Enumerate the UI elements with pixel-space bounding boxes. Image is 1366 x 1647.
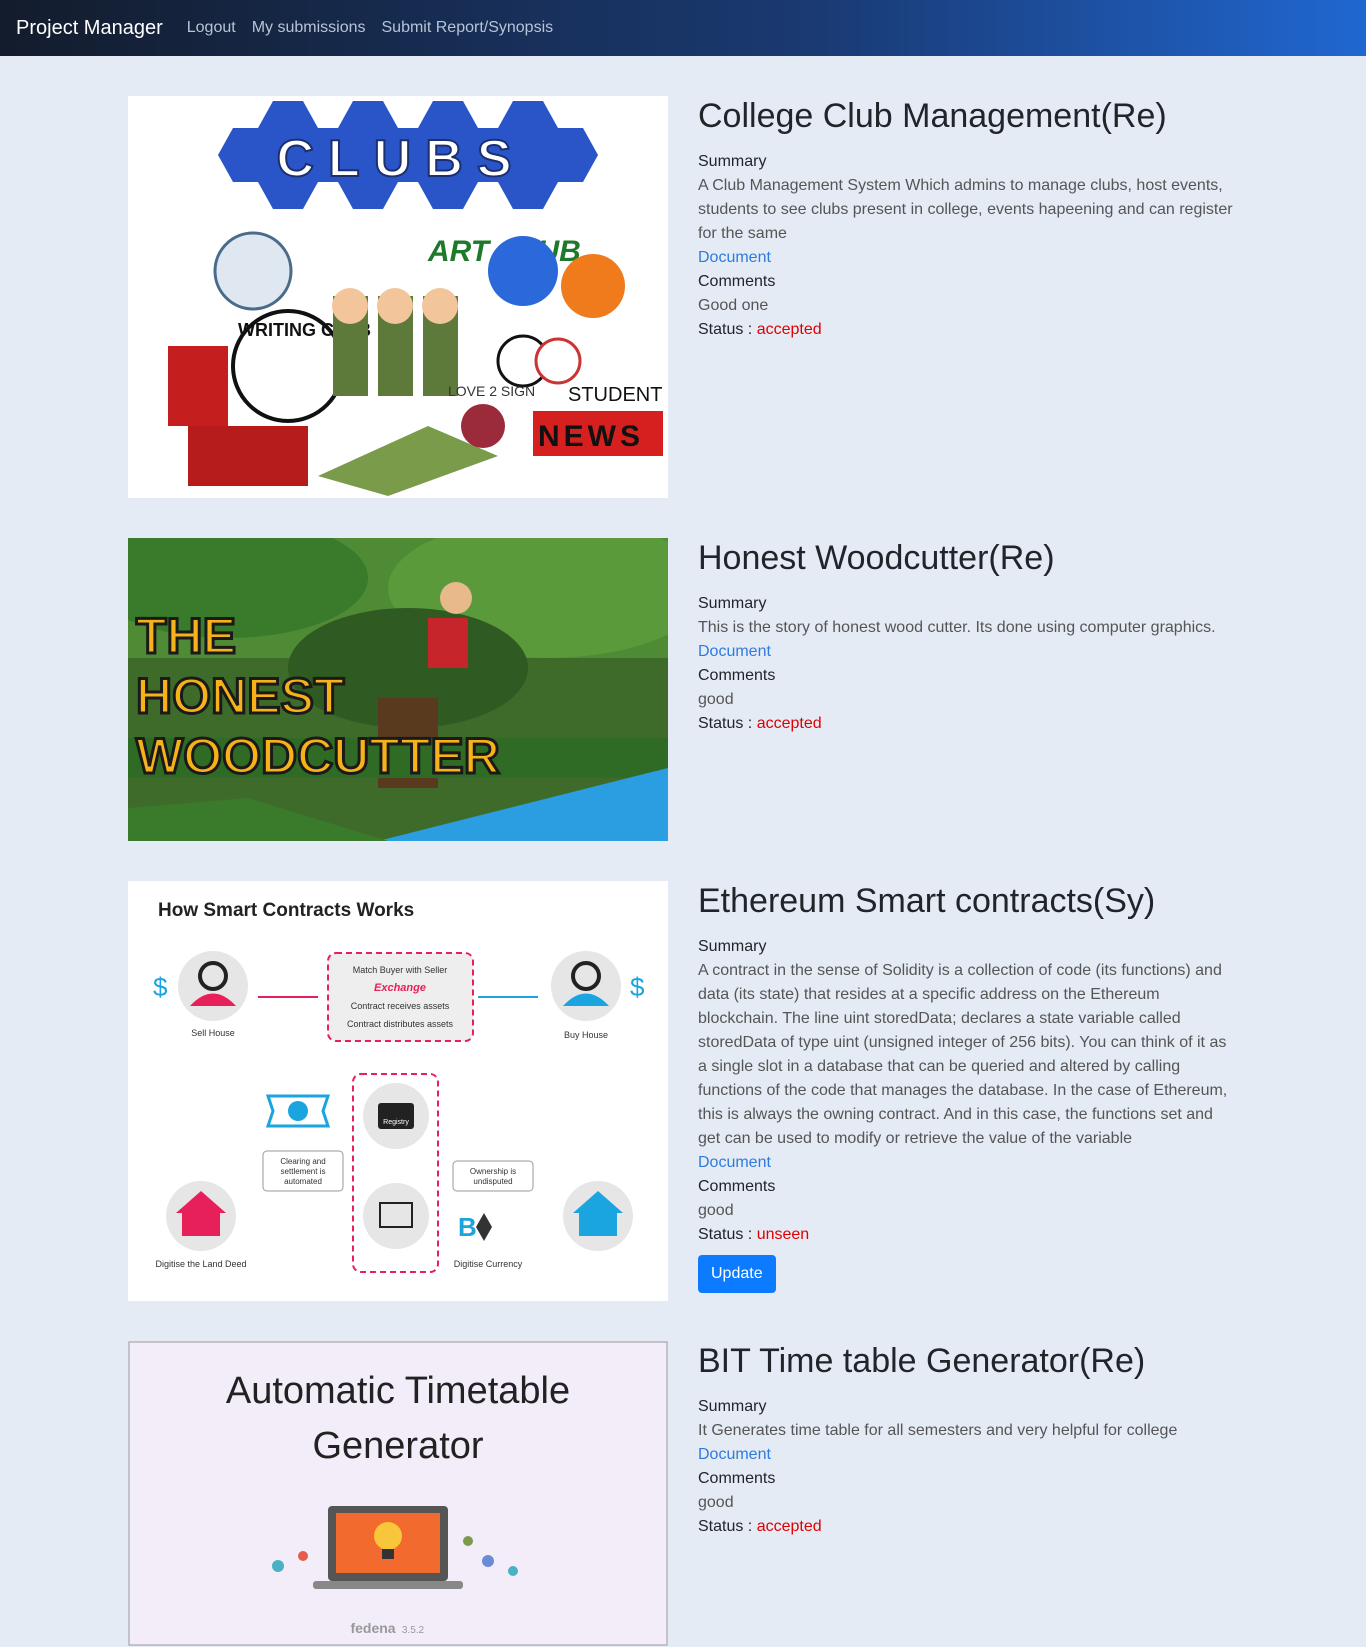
project-info: College Club Management(Re) Summary A Cl…: [698, 96, 1238, 342]
document-link[interactable]: Document: [698, 640, 1238, 664]
svg-text:3.5.2: 3.5.2: [402, 1625, 425, 1636]
status-badge: accepted: [756, 321, 822, 338]
svg-text:Generator: Generator: [312, 1425, 483, 1467]
comments-text: good: [698, 691, 734, 708]
status-label: Status :: [698, 1226, 753, 1243]
svg-text:Match Buyer with Seller: Match Buyer with Seller: [353, 965, 448, 975]
svg-text:Exchange: Exchange: [374, 982, 426, 994]
svg-text:Ownership is: Ownership is: [470, 1167, 516, 1176]
project-title: Honest Woodcutter(Re): [698, 539, 1055, 577]
summary-text: A contract in the sense of Solidity is a…: [698, 962, 1228, 1147]
status-row: Status : unseen: [698, 1223, 1238, 1247]
summary-label: Summary: [698, 153, 767, 170]
svg-text:STUDENT: STUDENT: [568, 384, 662, 406]
document-link[interactable]: Document: [698, 1443, 1238, 1467]
svg-text:Digitise the Land Deed: Digitise the Land Deed: [155, 1259, 246, 1269]
status-label: Status :: [698, 1518, 753, 1535]
svg-text:Digitise Currency: Digitise Currency: [454, 1259, 523, 1269]
summary-text: A Club Management System Which admins to…: [698, 177, 1233, 242]
project-info: Honest Woodcutter(Re) Summary This is th…: [698, 538, 1238, 736]
navbar: Project Manager Logout My submissions Su…: [0, 0, 1366, 56]
svg-text:Sell House: Sell House: [191, 1028, 235, 1038]
status-row: Status : accepted: [698, 712, 1238, 736]
summary-text: It Generates time table for all semester…: [698, 1422, 1178, 1439]
project-thumbnail: THE HONEST WOODCUTTER: [128, 538, 668, 841]
comments-label: Comments: [698, 1178, 776, 1195]
project-info: BIT Time table Generator(Re) Summary It …: [698, 1341, 1238, 1539]
nav-my-submissions[interactable]: My submissions: [252, 19, 366, 37]
woodcutter-image: THE HONEST WOODCUTTER: [128, 538, 668, 841]
project-info: Ethereum Smart contracts(Sy) Summary A c…: [698, 881, 1238, 1293]
comments-text: Good one: [698, 297, 769, 314]
status-badge: unseen: [756, 1226, 810, 1243]
update-button[interactable]: Update: [698, 1255, 776, 1293]
svg-text:Clearing and: Clearing and: [280, 1157, 325, 1166]
status-badge: accepted: [756, 1518, 822, 1535]
svg-text:How Smart Contracts Works: How Smart Contracts Works: [158, 900, 414, 921]
document-link[interactable]: Document: [698, 246, 1238, 270]
comments-text: good: [698, 1494, 734, 1511]
svg-text:Contract receives assets: Contract receives assets: [351, 1001, 450, 1011]
document-link[interactable]: Document: [698, 1151, 1238, 1175]
svg-text:fedena: fedena: [350, 1620, 395, 1636]
project-thumbnail: How Smart Contracts Works Sell House $ M…: [128, 881, 668, 1301]
smart-contracts-image: How Smart Contracts Works Sell House $ M…: [128, 881, 668, 1301]
svg-text:$: $: [153, 972, 168, 1002]
project-title: BIT Time table Generator(Re): [698, 1342, 1146, 1380]
svg-text:automated: automated: [284, 1177, 322, 1186]
svg-text:NEWS: NEWS: [538, 420, 644, 453]
status-row: Status : accepted: [698, 318, 1238, 342]
comments-text: good: [698, 1202, 734, 1219]
status-label: Status :: [698, 715, 753, 732]
svg-text:CLUBS: CLUBS: [276, 130, 525, 188]
status-badge: accepted: [756, 715, 822, 732]
status-row: Status : accepted: [698, 1515, 1238, 1539]
comments-label: Comments: [698, 667, 776, 684]
svg-text:undisputed: undisputed: [473, 1177, 512, 1186]
status-label: Status :: [698, 321, 753, 338]
summary-label: Summary: [698, 1398, 767, 1415]
svg-text:Automatic Timetable: Automatic Timetable: [226, 1370, 570, 1412]
summary-label: Summary: [698, 938, 767, 955]
svg-text:HONEST: HONEST: [136, 668, 344, 724]
project-thumbnail: Automatic Timetable Generator fedena 3.5…: [128, 1341, 668, 1646]
svg-text:LOVE 2 SIGN: LOVE 2 SIGN: [448, 383, 535, 399]
svg-text:B: B: [458, 1212, 477, 1242]
svg-text:settlement is: settlement is: [281, 1167, 326, 1176]
nav-submit-report[interactable]: Submit Report/Synopsis: [382, 19, 554, 37]
svg-text:WOODCUTTER: WOODCUTTER: [136, 728, 500, 784]
clubs-collage-image: CLUBS ART CLUB WRITING CLUB STUDENT: [128, 96, 668, 498]
svg-text:Registry: Registry: [383, 1119, 409, 1126]
project-title: College Club Management(Re): [698, 97, 1167, 135]
project-title: Ethereum Smart contracts(Sy): [698, 882, 1156, 920]
summary-text: This is the story of honest wood cutter.…: [698, 619, 1216, 636]
comments-label: Comments: [698, 1470, 776, 1487]
nav-logout[interactable]: Logout: [187, 19, 236, 37]
svg-text:THE: THE: [136, 608, 236, 664]
comments-label: Comments: [698, 273, 776, 290]
brand-link[interactable]: Project Manager: [16, 17, 163, 40]
project-thumbnail: CLUBS ART CLUB WRITING CLUB STUDENT: [128, 96, 668, 498]
timetable-generator-image: Automatic Timetable Generator fedena 3.5…: [128, 1341, 668, 1646]
svg-text:$: $: [630, 972, 645, 1002]
svg-text:Buy House: Buy House: [564, 1030, 608, 1040]
svg-text:Contract distributes assets: Contract distributes assets: [347, 1019, 454, 1029]
summary-label: Summary: [698, 595, 767, 612]
